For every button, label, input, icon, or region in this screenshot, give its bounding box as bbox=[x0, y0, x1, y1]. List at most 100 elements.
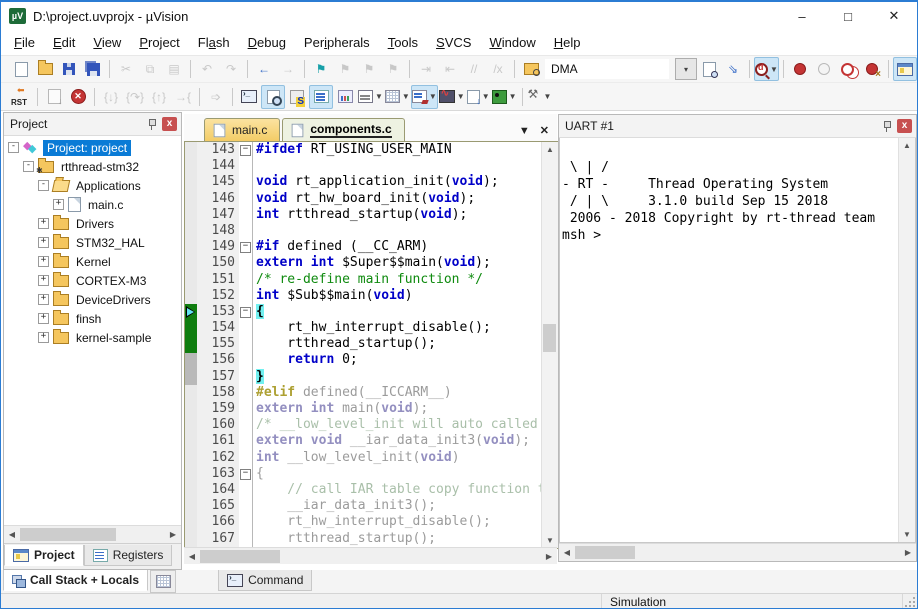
command-tab[interactable]: Command bbox=[218, 570, 312, 591]
scroll-thumb[interactable] bbox=[200, 550, 280, 563]
scroll-down-icon[interactable]: ▼ bbox=[542, 533, 558, 548]
tree-expander-icon[interactable]: + bbox=[38, 218, 49, 229]
scroll-left-icon[interactable]: ◀ bbox=[4, 526, 20, 543]
indent-button[interactable]: ⇥ bbox=[414, 57, 438, 81]
editor-vertical-scrollbar[interactable]: ▲ ▼ bbox=[541, 142, 558, 548]
menu-window[interactable]: Window bbox=[480, 32, 544, 53]
editor-tab-components-c[interactable]: components.c bbox=[282, 118, 404, 141]
pin-icon[interactable] bbox=[147, 118, 157, 130]
copy-button[interactable]: ⧉ bbox=[138, 57, 162, 81]
pin-icon[interactable] bbox=[882, 120, 892, 132]
cut-button[interactable]: ✂ bbox=[114, 57, 138, 81]
save-button[interactable] bbox=[57, 57, 81, 81]
menu-tools[interactable]: Tools bbox=[379, 32, 427, 53]
run-to-cursor-line-button[interactable]: →{ bbox=[171, 85, 195, 109]
menu-file[interactable]: File bbox=[5, 32, 44, 53]
maximize-button[interactable]: □ bbox=[825, 2, 871, 30]
trace-window-button[interactable]: ▼ bbox=[466, 85, 491, 109]
kill-all-breakpoints-button[interactable] bbox=[860, 57, 884, 81]
step-out-button[interactable]: {↑} bbox=[147, 85, 171, 109]
navigate-back-button[interactable]: ← bbox=[252, 57, 276, 81]
tree-expander-icon[interactable]: - bbox=[8, 142, 19, 153]
fold-collapse-icon[interactable]: − bbox=[240, 145, 251, 156]
unindent-button[interactable]: ⇤ bbox=[438, 57, 462, 81]
tree-expander-icon[interactable]: - bbox=[23, 161, 34, 172]
dropdown-caret-icon[interactable]: ▼ bbox=[375, 92, 383, 101]
find-button[interactable]: ▼ bbox=[754, 57, 779, 81]
run-button[interactable] bbox=[42, 85, 66, 109]
reset-cpu-button[interactable] bbox=[9, 85, 33, 109]
close-document-icon[interactable]: ✕ bbox=[540, 124, 549, 137]
open-file-button[interactable] bbox=[33, 57, 57, 81]
memory-window-button[interactable] bbox=[150, 570, 176, 593]
dropdown-caret-icon[interactable]: ▼ bbox=[457, 92, 465, 101]
symbol-window-button[interactable] bbox=[285, 85, 309, 109]
project-horizontal-scrollbar[interactable]: ◀ ▶ bbox=[4, 525, 181, 543]
disassembly-window-button[interactable] bbox=[261, 85, 285, 109]
show-next-statement-button[interactable]: ➩ bbox=[204, 85, 228, 109]
scroll-right-icon[interactable]: ▶ bbox=[900, 544, 916, 561]
tree-item-stm32-hal[interactable]: +STM32_HAL bbox=[4, 233, 181, 252]
document-list-icon[interactable]: ▼ bbox=[519, 125, 530, 137]
code-editor[interactable]: 1431441451461471481491501511521531541551… bbox=[184, 141, 559, 549]
debug-settings-button[interactable]: ▼ bbox=[527, 85, 553, 109]
call-stack-locals-tab[interactable]: Call Stack + Locals bbox=[3, 570, 148, 591]
watch-window-button[interactable]: ▼ bbox=[411, 85, 438, 109]
uart-horizontal-scrollbar[interactable]: ◀ ▶ bbox=[559, 543, 916, 561]
resize-grip[interactable] bbox=[903, 594, 917, 609]
stop-button[interactable] bbox=[66, 85, 90, 109]
search-input[interactable]: DMA bbox=[545, 59, 669, 79]
navigate-forward-button[interactable]: → bbox=[276, 57, 300, 81]
insert-bookmark-button[interactable]: ⚑ bbox=[309, 57, 333, 81]
scroll-up-icon[interactable]: ▲ bbox=[542, 142, 558, 157]
find-in-files-doc-button[interactable] bbox=[697, 57, 721, 81]
tree-expander-icon[interactable]: + bbox=[38, 294, 49, 305]
undo-button[interactable]: ↶ bbox=[195, 57, 219, 81]
close-icon[interactable]: x bbox=[162, 117, 177, 131]
tree-item-kernel[interactable]: +Kernel bbox=[4, 252, 181, 271]
tree-expander-icon[interactable]: + bbox=[53, 199, 64, 210]
command-window-button[interactable] bbox=[237, 85, 261, 109]
serial-window-button[interactable] bbox=[309, 85, 333, 109]
clear-bookmarks-button[interactable]: ⚑ bbox=[381, 57, 405, 81]
code-text-area[interactable]: #ifdef RT_USING_USER_MAIN void rt_applic… bbox=[253, 142, 541, 548]
incremental-find-button[interactable]: ⇘ bbox=[721, 57, 745, 81]
menu-view[interactable]: View bbox=[84, 32, 130, 53]
redo-button[interactable]: ↷ bbox=[219, 57, 243, 81]
scroll-thumb[interactable] bbox=[20, 528, 116, 541]
dropdown-caret-icon[interactable]: ▼ bbox=[544, 92, 552, 101]
tree-expander-icon[interactable]: + bbox=[38, 275, 49, 286]
tree-expander-icon[interactable]: + bbox=[38, 237, 49, 248]
scroll-right-icon[interactable]: ▶ bbox=[541, 548, 557, 564]
tree-expander-icon[interactable]: + bbox=[38, 256, 49, 267]
step-into-button[interactable]: {↓} bbox=[99, 85, 123, 109]
tree-item-applications[interactable]: -Applications bbox=[4, 176, 181, 195]
tree-item-kernel-sample[interactable]: +kernel-sample bbox=[4, 328, 181, 347]
close-button[interactable]: ✕ bbox=[871, 2, 917, 30]
tree-item-drivers[interactable]: +Drivers bbox=[4, 214, 181, 233]
analysis-window-button[interactable] bbox=[333, 85, 357, 109]
dock-tab-registers[interactable]: Registers bbox=[84, 545, 173, 566]
comment-selection-button[interactable]: // bbox=[462, 57, 486, 81]
find-in-files-button[interactable] bbox=[519, 57, 543, 81]
fold-collapse-icon[interactable]: − bbox=[240, 307, 251, 318]
menu-peripherals[interactable]: Peripherals bbox=[295, 32, 379, 53]
tree-expander-icon[interactable]: + bbox=[38, 332, 49, 343]
uncomment-selection-button[interactable]: /x bbox=[486, 57, 510, 81]
memory-window-button[interactable]: ▼ bbox=[384, 85, 411, 109]
menu-flash[interactable]: Flash bbox=[189, 32, 239, 53]
previous-bookmark-button[interactable]: ⚑ bbox=[333, 57, 357, 81]
scroll-thumb[interactable] bbox=[543, 324, 556, 352]
editor-tab-main-c[interactable]: main.c bbox=[204, 118, 280, 141]
menu-project[interactable]: Project bbox=[130, 32, 188, 53]
scroll-right-icon[interactable]: ▶ bbox=[165, 526, 181, 543]
dock-tab-project[interactable]: Project bbox=[4, 545, 84, 566]
menu-help[interactable]: Help bbox=[545, 32, 590, 53]
editor-horizontal-scrollbar[interactable]: ◀ ▶ bbox=[184, 547, 557, 564]
tree-expander-icon[interactable]: - bbox=[38, 180, 49, 191]
dropdown-caret-icon[interactable]: ▼ bbox=[402, 92, 410, 101]
tree-item-finsh[interactable]: +finsh bbox=[4, 309, 181, 328]
tree-item-main-c[interactable]: +main.c bbox=[4, 195, 181, 214]
fold-collapse-icon[interactable]: − bbox=[240, 242, 251, 253]
uart-vertical-scrollbar[interactable]: ▲ ▼ bbox=[898, 138, 915, 542]
